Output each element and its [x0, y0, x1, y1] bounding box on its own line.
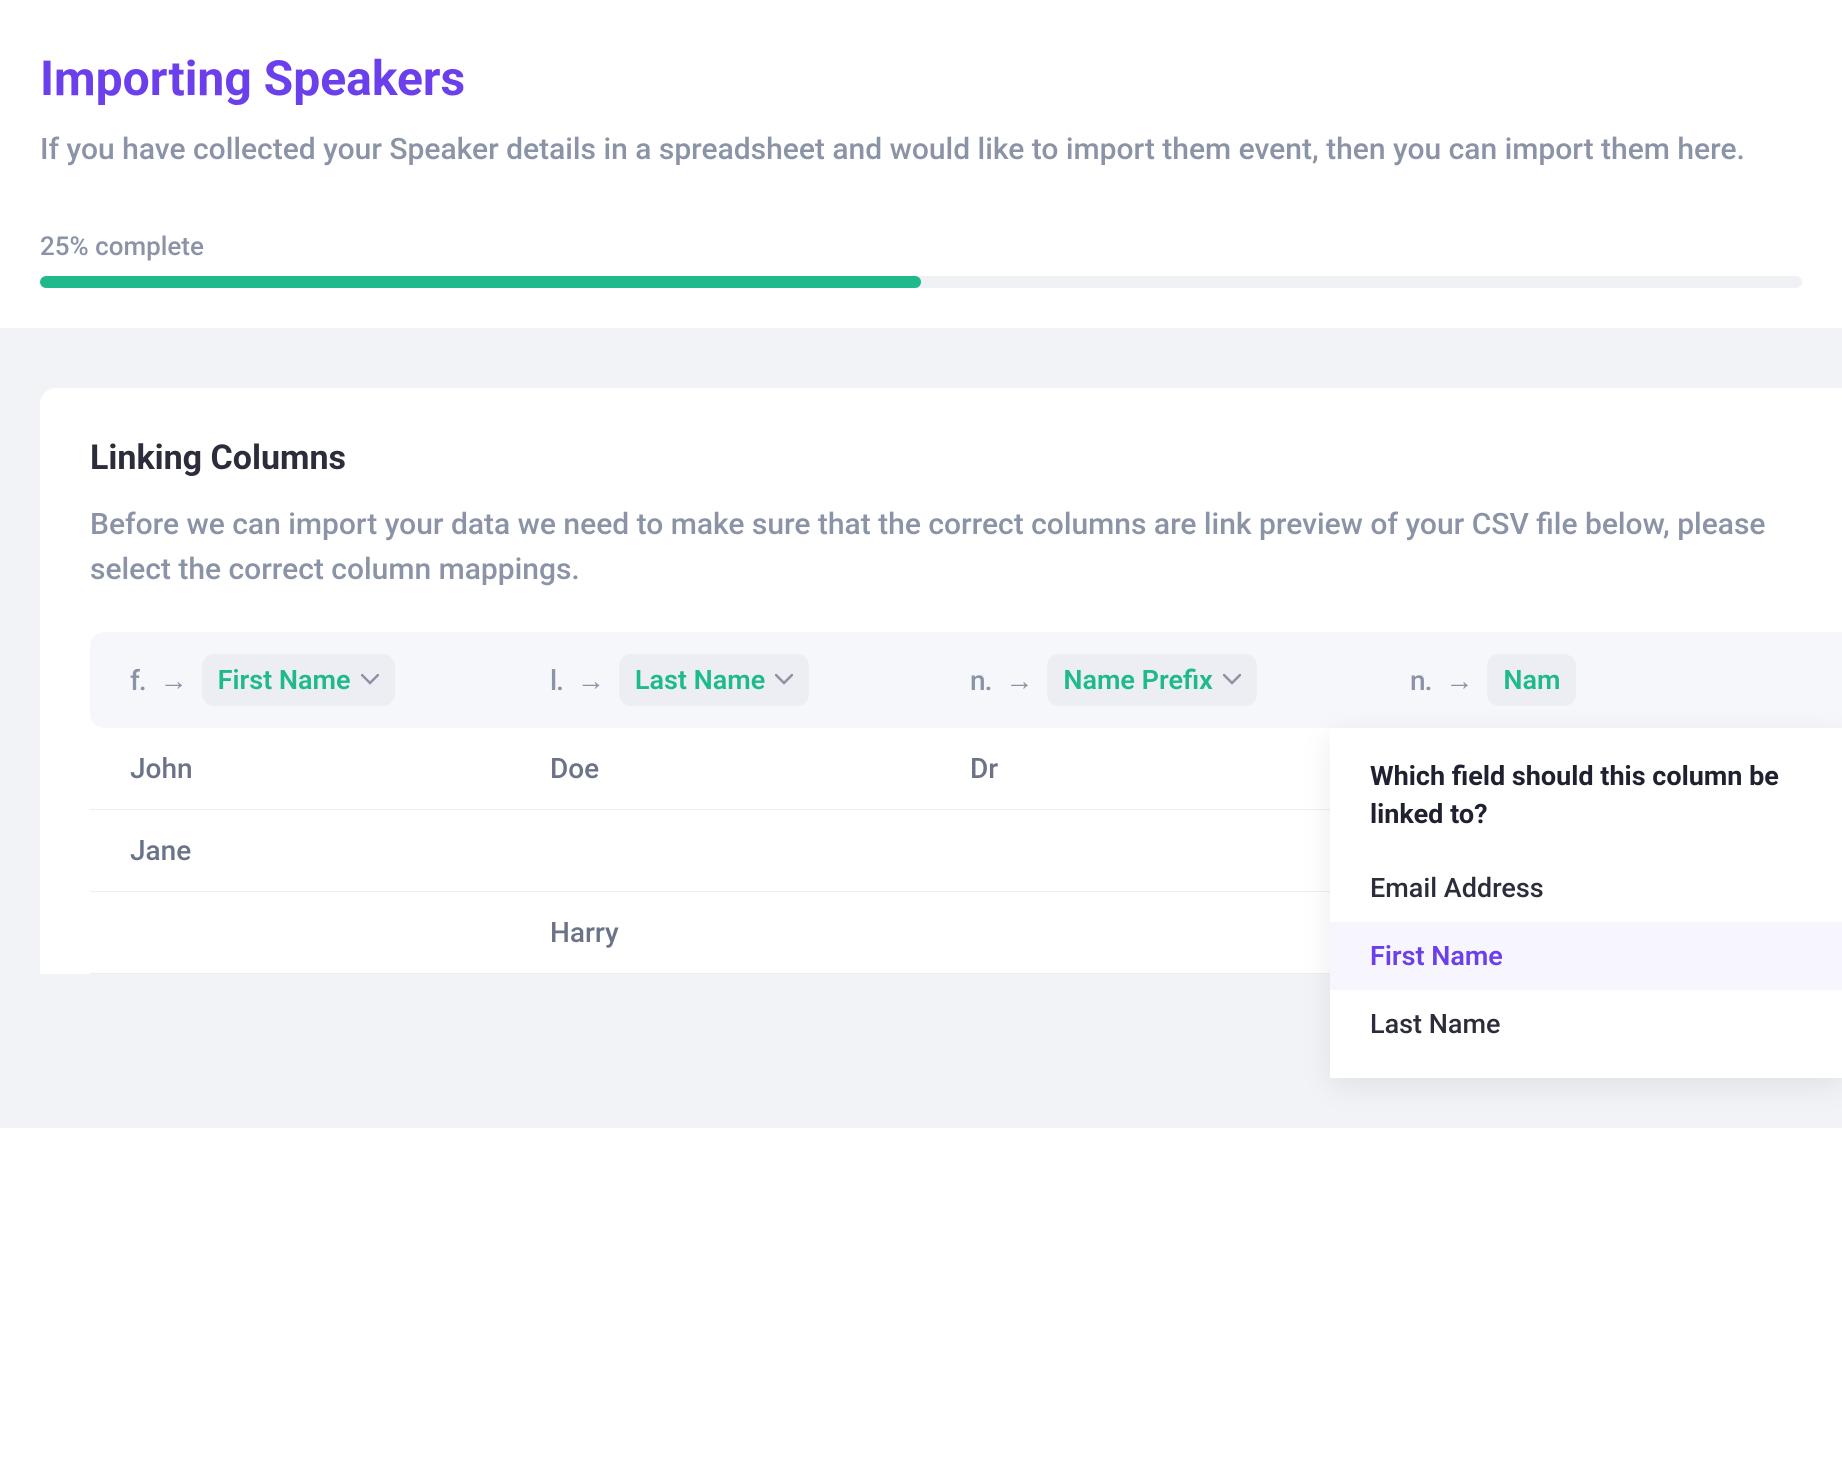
mapping-dropdown-name-partial[interactable]: Nam [1487, 654, 1576, 706]
page-subtitle: If you have collected your Speaker detai… [40, 127, 1802, 172]
arrow-right-icon: → [1445, 664, 1473, 697]
table-cell: Doe [510, 752, 930, 785]
table-cell [90, 916, 510, 949]
source-label: n. [970, 664, 991, 697]
progress-bar [40, 276, 1802, 288]
table-cell [510, 834, 930, 867]
chevron-down-icon [1223, 671, 1241, 689]
dropdown-option-email[interactable]: Email Address [1330, 854, 1842, 922]
column-header-2: l. → Last Name [510, 654, 930, 706]
dropdown-option-last-name[interactable]: Last Name [1330, 990, 1842, 1058]
card-description: Before we can import your data we need t… [90, 502, 1842, 592]
mapping-label: Name Prefix [1063, 664, 1212, 696]
arrow-right-icon: → [1005, 664, 1033, 697]
header-section: Importing Speakers If you have collected… [0, 0, 1842, 328]
table-cell: John [90, 752, 510, 785]
linking-card: Linking Columns Before we can import you… [40, 388, 1842, 974]
mapping-label: Nam [1503, 664, 1560, 696]
arrow-right-icon: → [160, 664, 188, 697]
column-header-4: n. → Nam [1370, 654, 1842, 706]
table-cell [930, 834, 1370, 867]
arrow-right-icon: → [577, 664, 605, 697]
dropdown-option-first-name[interactable]: First Name [1330, 922, 1842, 990]
card-title: Linking Columns [90, 438, 1842, 478]
page-title: Importing Speakers [40, 50, 1802, 107]
field-link-dropdown: Which field should this column be linked… [1330, 728, 1842, 1078]
mapping-dropdown-first-name[interactable]: First Name [202, 654, 395, 706]
table-cell [930, 916, 1370, 949]
mapping-label: First Name [218, 664, 351, 696]
mapping-label: Last Name [635, 664, 765, 696]
column-header-3: n. → Name Prefix [930, 654, 1370, 706]
table-body: John Doe Dr Jane Harry Which field shoul… [90, 728, 1842, 974]
column-header-1: f. → First Name [90, 654, 510, 706]
table-cell: Jane [90, 834, 510, 867]
mapping-dropdown-last-name[interactable]: Last Name [619, 654, 809, 706]
source-label: n. [1410, 664, 1431, 697]
table-header: f. → First Name l. → Last Name [90, 632, 1842, 728]
table-cell: Dr [930, 752, 1370, 785]
progress-label: 25% complete [40, 232, 1802, 262]
dropdown-title: Which field should this column be linked… [1330, 758, 1842, 854]
mapping-dropdown-name-prefix[interactable]: Name Prefix [1047, 654, 1256, 706]
source-label: l. [550, 664, 563, 697]
chevron-down-icon [775, 671, 793, 689]
chevron-down-icon [361, 671, 379, 689]
table-cell: Harry [510, 916, 930, 949]
content-section: Linking Columns Before we can import you… [0, 328, 1842, 1128]
source-label: f. [130, 664, 146, 697]
progress-bar-fill [40, 276, 921, 288]
